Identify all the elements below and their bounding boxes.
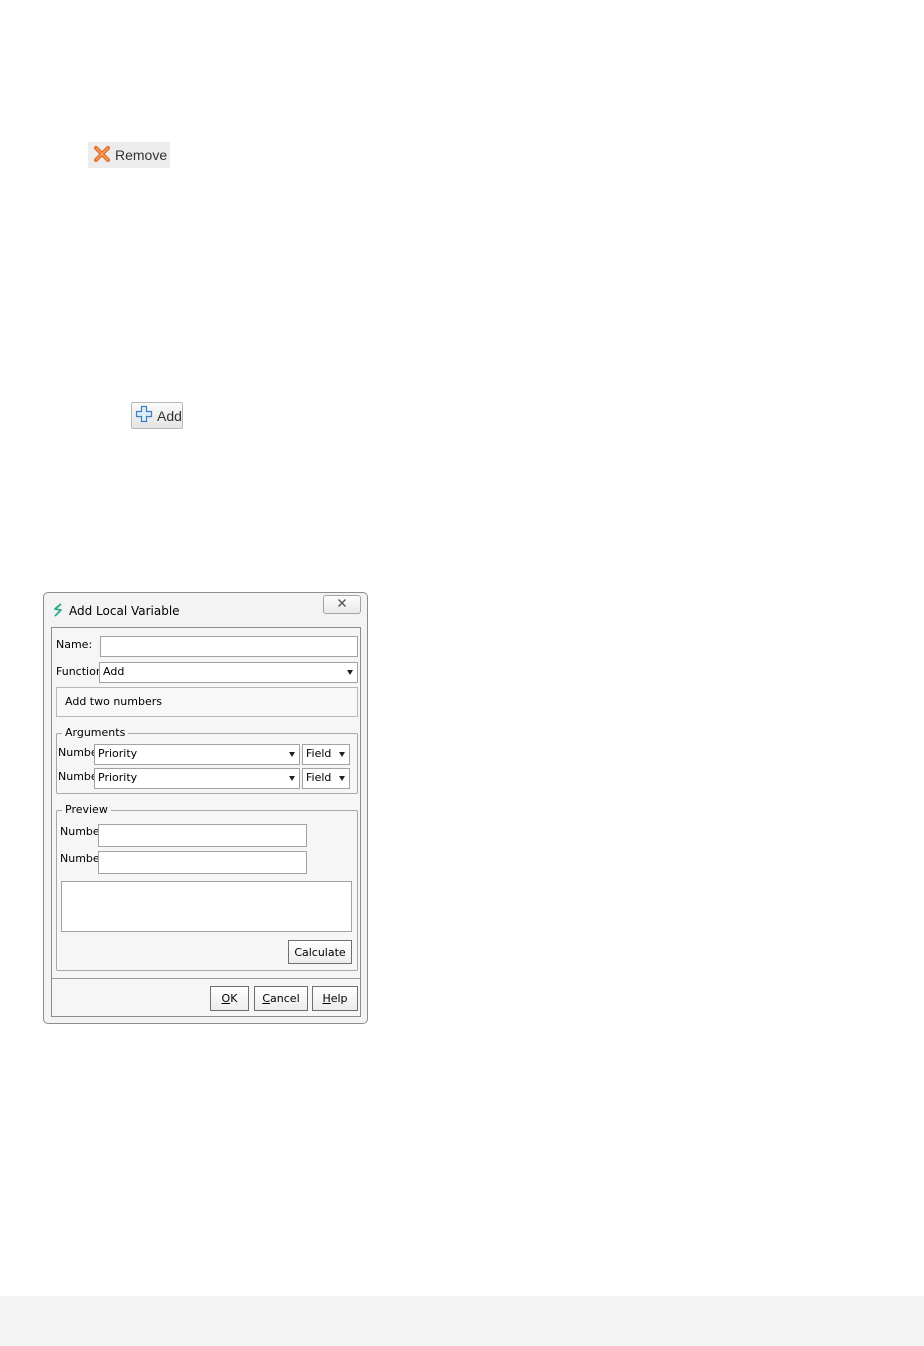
function-select[interactable]: Add [99, 662, 358, 683]
argument-2-type: Field [306, 771, 332, 784]
help-button-mnemonic: H [322, 992, 331, 1005]
cancel-button-mnemonic: C [262, 992, 271, 1005]
add-button-label: Add [157, 407, 182, 424]
name-input[interactable] [100, 636, 358, 657]
argument-1-select[interactable]: Priority [94, 744, 300, 765]
arguments-group: Arguments Number Priority Field Number P… [56, 726, 358, 794]
ok-button-mnemonic: O [221, 992, 231, 1005]
chevron-down-icon [339, 776, 345, 781]
preview-group: Preview Number Number Calculate [56, 803, 358, 971]
button-separator [52, 978, 360, 979]
argument-2-type-select[interactable]: Field [302, 768, 350, 789]
preview-number-2-input[interactable] [98, 851, 307, 874]
remove-x-icon [93, 145, 111, 166]
close-button[interactable] [323, 595, 361, 614]
preview-result-area[interactable] [61, 881, 352, 932]
variable-icon [52, 603, 64, 620]
argument-2-select[interactable]: Priority [94, 768, 300, 789]
name-label: Name: [56, 638, 93, 651]
plus-icon [135, 405, 153, 426]
dialog-title: Add Local Variable [69, 604, 180, 618]
function-description-text: Add two numbers [65, 695, 162, 708]
add-button[interactable]: Add [131, 402, 183, 429]
help-button-label: elp [330, 992, 348, 1005]
help-button[interactable]: Help [312, 986, 358, 1011]
chevron-down-icon [339, 752, 345, 757]
preview-number-1-input[interactable] [98, 824, 307, 847]
remove-button-label: Remove [115, 147, 168, 163]
cancel-button[interactable]: Cancel [254, 986, 308, 1011]
chevron-down-icon [289, 776, 295, 781]
calculate-button[interactable]: Calculate [288, 940, 352, 964]
function-select-value: Add [103, 665, 125, 678]
dialog-titlebar[interactable]: Add Local Variable [44, 593, 367, 625]
remove-button[interactable]: Remove [88, 142, 170, 168]
ok-button-label: K [230, 992, 238, 1005]
chevron-down-icon [289, 752, 295, 757]
page-footer-band [0, 1296, 924, 1346]
ok-button[interactable]: OK [210, 986, 249, 1011]
argument-1-type: Field [306, 747, 332, 760]
dialog-body: Name: Function: Add Add two numbers Argu… [51, 627, 361, 1017]
add-local-variable-dialog: Add Local Variable Name: Function: Add A… [43, 592, 368, 1024]
function-description: Add two numbers [56, 687, 358, 717]
arguments-group-title: Arguments [62, 726, 129, 739]
cancel-button-label: ancel [270, 992, 300, 1005]
chevron-down-icon [347, 670, 353, 675]
argument-1-type-select[interactable]: Field [302, 744, 350, 765]
preview-group-title: Preview [62, 803, 111, 816]
argument-1-value: Priority [98, 747, 138, 760]
close-icon [337, 598, 347, 611]
argument-2-value: Priority [98, 771, 138, 784]
